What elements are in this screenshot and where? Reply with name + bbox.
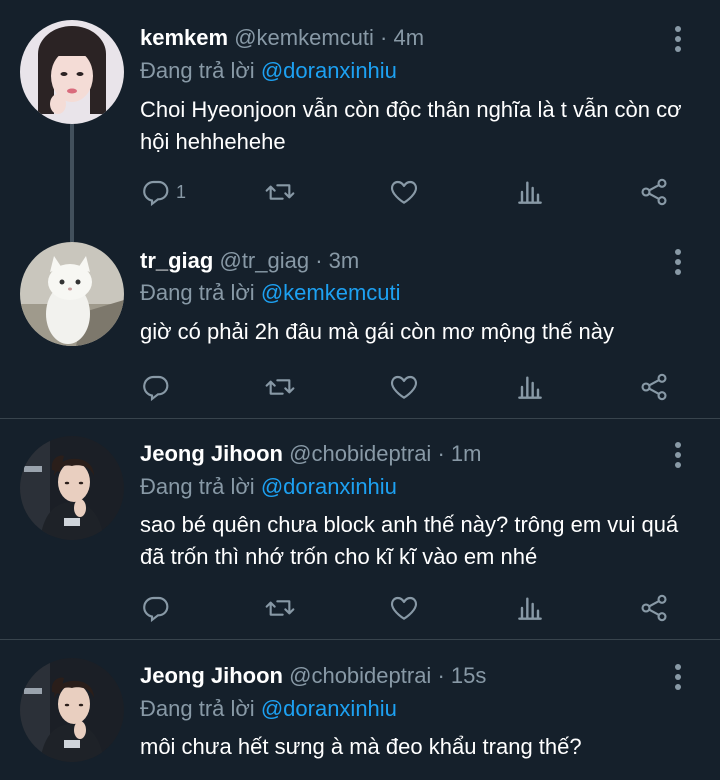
reply-button[interactable]: [140, 592, 176, 624]
reply-icon: [143, 180, 169, 207]
display-name[interactable]: Jeong Jihoon: [140, 441, 283, 466]
like-icon: [390, 596, 418, 620]
username[interactable]: @kemkemcuti: [234, 25, 374, 50]
share-button[interactable]: [638, 592, 670, 624]
tweet-text: môi chưa hết sưng à mà đeo khẩu trang th…: [140, 734, 582, 759]
retweet-icon: [265, 600, 295, 616]
analytics-button[interactable]: [514, 371, 546, 403]
more-options-icon[interactable]: [668, 26, 688, 54]
avatar[interactable]: [20, 242, 124, 346]
replying-to-label: Đang trả lời: [140, 474, 255, 499]
timestamp[interactable]: 15s: [451, 663, 486, 688]
avatar[interactable]: [20, 658, 124, 762]
tweet-header: Jeong Jihoon @chobideptrai · 15s: [140, 663, 486, 689]
timestamp[interactable]: 3m: [329, 248, 360, 273]
separator-dot: ·: [315, 248, 323, 273]
tweet-text: sao bé quên chưa block anh thế này? trôn…: [140, 512, 679, 569]
replying-to: Đang trả lời @doranxinhiu: [140, 696, 397, 722]
retweet-icon: [265, 379, 295, 395]
separator-dot: ·: [437, 441, 445, 466]
reply-icon: [143, 596, 169, 623]
separator-dot: ·: [380, 25, 388, 50]
tweet[interactable]: tr_giag @tr_giag · 3m Đang trả lời @kemk…: [0, 240, 720, 418]
replying-to-label: Đang trả lời: [140, 696, 255, 721]
tweet-text: Choi Hyeonjoon vẫn còn độc thân nghĩa là…: [140, 97, 682, 154]
analytics-button[interactable]: [514, 592, 546, 624]
analytics-button[interactable]: [514, 176, 546, 208]
reply-count: 1: [176, 181, 187, 202]
share-icon: [641, 594, 667, 622]
replying-to-label: Đang trả lời: [140, 280, 255, 305]
tweet-actions: 1: [140, 176, 700, 208]
share-icon: [641, 373, 667, 401]
more-options-icon[interactable]: [668, 664, 688, 692]
mention-link[interactable]: @doranxinhiu: [261, 58, 397, 83]
tweet-header: tr_giag @tr_giag · 3m: [140, 248, 359, 274]
mention-link[interactable]: @doranxinhiu: [261, 696, 397, 721]
replying-to-label: Đang trả lời: [140, 58, 255, 83]
analytics-icon: [518, 376, 542, 399]
tweet[interactable]: Jeong Jihoon @chobideptrai · 1m Đang trả…: [0, 419, 720, 639]
replying-to: Đang trả lời @doranxinhiu: [140, 58, 397, 84]
tweet[interactable]: Jeong Jihoon @chobideptrai · 15s Đang tr…: [0, 640, 720, 780]
username[interactable]: @chobideptrai: [289, 441, 431, 466]
avatar[interactable]: [20, 436, 124, 540]
like-button[interactable]: [388, 371, 420, 403]
replying-to: Đang trả lời @doranxinhiu: [140, 474, 397, 500]
more-options-icon[interactable]: [668, 249, 688, 277]
timestamp[interactable]: 4m: [393, 25, 424, 50]
more-options-icon[interactable]: [668, 442, 688, 470]
retweet-button[interactable]: [264, 176, 296, 208]
separator-dot: ·: [437, 663, 445, 688]
username[interactable]: @chobideptrai: [289, 663, 431, 688]
retweet-icon: [265, 184, 295, 200]
tweet-header: kemkem @kemkemcuti · 4m: [140, 25, 424, 51]
mention-link[interactable]: @doranxinhiu: [261, 474, 397, 499]
tweet-text: giờ có phải 2h đâu mà gái còn mơ mộng th…: [140, 319, 615, 344]
reply-button[interactable]: 1: [140, 176, 186, 208]
share-button[interactable]: [638, 371, 670, 403]
display-name[interactable]: tr_giag: [140, 248, 213, 273]
display-name[interactable]: kemkem: [140, 25, 228, 50]
like-button[interactable]: [388, 176, 420, 208]
analytics-icon: [518, 181, 542, 204]
username[interactable]: @tr_giag: [219, 248, 309, 273]
tweet[interactable]: kemkem @kemkemcuti · 4m Đang trả lời @do…: [0, 0, 720, 240]
retweet-button[interactable]: [264, 592, 296, 624]
mention-link[interactable]: @kemkemcuti: [261, 280, 401, 305]
like-icon: [390, 180, 418, 204]
like-icon: [390, 375, 418, 399]
like-button[interactable]: [388, 592, 420, 624]
analytics-icon: [518, 597, 542, 620]
display-name[interactable]: Jeong Jihoon: [140, 663, 283, 688]
share-icon: [641, 178, 667, 206]
reply-icon: [143, 375, 169, 402]
reply-button[interactable]: [140, 371, 176, 403]
tweet-header: Jeong Jihoon @chobideptrai · 1m: [140, 441, 481, 467]
replying-to: Đang trả lời @kemkemcuti: [140, 280, 401, 306]
tweet-actions: [140, 371, 700, 403]
avatar[interactable]: [20, 20, 124, 124]
tweet-actions: [140, 592, 700, 624]
share-button[interactable]: [638, 176, 670, 208]
retweet-button[interactable]: [264, 371, 296, 403]
timestamp[interactable]: 1m: [451, 441, 482, 466]
